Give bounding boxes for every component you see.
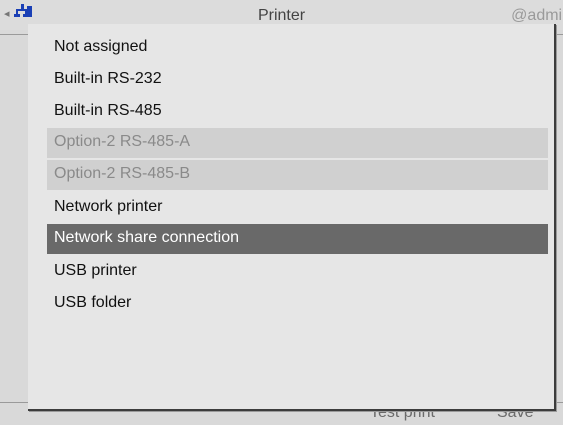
option-not-assigned[interactable]: Not assigned [47, 32, 548, 64]
printer-connection-dropdown: Not assigned Built-in RS-232 Built-in RS… [28, 24, 556, 411]
option-option2-rs485a: Option-2 RS-485-A [47, 128, 548, 158]
page-title: Printer [257, 7, 306, 24]
option-network-printer[interactable]: Network printer [47, 192, 548, 224]
option-network-share-connection[interactable]: Network share connection [47, 224, 548, 254]
option-option2-rs485b: Option-2 RS-485-B [47, 160, 548, 190]
option-builtin-rs485[interactable]: Built-in RS-485 [47, 96, 548, 128]
connection-options-list: Not assigned Built-in RS-232 Built-in RS… [47, 32, 548, 320]
option-usb-folder[interactable]: USB folder [47, 288, 548, 320]
user-label: @admin [511, 7, 563, 24]
option-usb-printer[interactable]: USB printer [47, 256, 548, 288]
option-builtin-rs232[interactable]: Built-in RS-232 [47, 64, 548, 96]
